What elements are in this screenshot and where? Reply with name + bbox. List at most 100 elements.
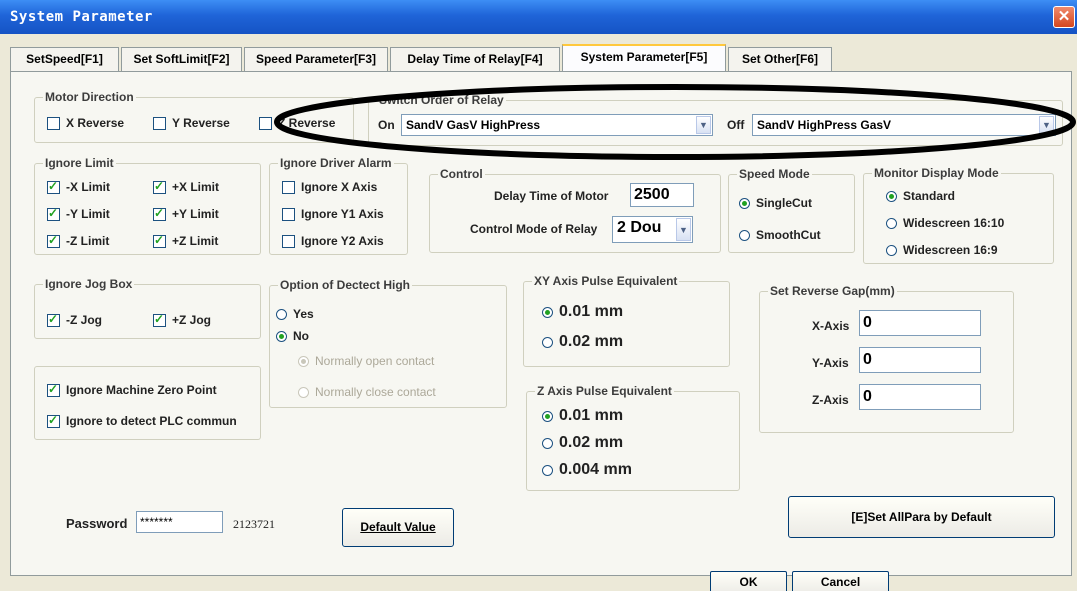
normally-close-label: Normally close contact [315,385,436,399]
plus-y-limit-checkbox[interactable]: +Y Limit [153,206,219,221]
ignore-plc-detect-label: Ignore to detect PLC commun [66,414,237,428]
xy-pulse-002-radio[interactable]: 0.02 mm [542,333,623,351]
detect-high-no-radio[interactable]: No [276,329,309,343]
y-reverse-checkbox[interactable]: Y Reverse [153,116,230,130]
normally-close-contact-radio[interactable]: Normally close contact [298,385,436,399]
plus-z-jog-label: +Z Jog [172,313,212,327]
tab-set-softlimit[interactable]: Set SoftLimit[F2] [121,47,242,71]
z-002-radio-dot [542,437,553,449]
z-reverse-label: Z Reverse [278,116,336,130]
ignore-driver-alarm-title: Ignore Driver Alarm [278,156,394,170]
minus-z-limit-label: -Z Limit [66,234,110,248]
control-mode-relay-value: 2 Dou [617,219,662,236]
reverse-gap-z-input[interactable]: 0 [859,384,981,410]
speed-mode-title: Speed Mode [737,167,812,181]
minus-z-jog-checkbox[interactable]: -Z Jog [47,312,102,327]
motor-direction-title: Motor Direction [43,90,136,104]
title-bar[interactable]: System Parameter ✕ [0,0,1077,34]
default-value-button[interactable]: Default Value [342,508,454,547]
smoothcut-label: SmoothCut [756,228,821,242]
ignore-y2-axis-label: Ignore Y2 Axis [301,234,384,248]
tab-delay-time-relay[interactable]: Delay Time of Relay[F4] [390,47,560,71]
relay-on-order-select[interactable]: SandV GasV HighPress ▼ [401,114,713,136]
minus-x-limit-checkbox[interactable]: -X Limit [47,179,110,194]
ignore-x-axis-box [282,180,295,194]
relay-on-order-value: SandV GasV HighPress [406,118,541,132]
ignore-y2-axis-checkbox[interactable]: Ignore Y2 Axis [282,234,384,248]
minus-x-limit-box [47,179,60,194]
xy-001-label: 0.01 mm [559,303,624,320]
ignore-machine-zero-checkbox[interactable]: Ignore Machine Zero Point [47,382,217,397]
reverse-gap-y-label: Y-Axis [812,356,849,370]
monitor-widescreen-16-9-radio[interactable]: Widescreen 16:9 [886,243,998,257]
monitor-widescreen-16-10-radio[interactable]: Widescreen 16:10 [886,216,1004,230]
password-input[interactable]: ******* [136,511,223,533]
chevron-down-icon[interactable]: ▼ [1039,116,1054,134]
xy-pulse-001-radio[interactable]: 0.01 mm [542,303,623,321]
relay-off-order-select[interactable]: SandV HighPress GasV ▼ [752,114,1056,136]
ignore-x-axis-checkbox[interactable]: Ignore X Axis [282,180,377,194]
normally-open-contact-radio[interactable]: Normally open contact [298,354,434,368]
z-pulse-0004-radio[interactable]: 0.004 mm [542,461,632,479]
reverse-gap-y-input[interactable]: 0 [859,347,981,373]
speed-mode-singlecut-radio[interactable]: SingleCut [739,196,812,210]
on-label: On [378,118,395,132]
ignore-y1-axis-label: Ignore Y1 Axis [301,207,384,221]
tab-set-speed[interactable]: SetSpeed[F1] [10,47,119,71]
ignore-limit-title: Ignore Limit [43,156,116,170]
widescreen-16-10-label: Widescreen 16:10 [903,216,1005,230]
x-reverse-label: X Reverse [66,116,125,130]
monitor-standard-radio[interactable]: Standard [886,189,955,203]
tab-system-parameter[interactable]: System Parameter[F5] [562,44,726,72]
widescreen-16-10-radio-dot [886,217,897,229]
ignore-y1-axis-checkbox[interactable]: Ignore Y1 Axis [282,207,384,221]
control-title: Control [438,167,485,181]
z-pulse-001-radio[interactable]: 0.01 mm [542,407,623,425]
no-label: No [293,329,309,343]
ignore-jog-box-group: Ignore Jog Box -Z Jog +Z Jog [34,277,261,339]
motor-direction-group: Motor Direction X Reverse Y Reverse Z Re… [34,90,354,143]
control-mode-relay-select[interactable]: 2 Dou ▼ [612,216,693,243]
widescreen-16-9-label: Widescreen 16:9 [903,243,998,257]
standard-radio-dot [886,190,897,202]
z-pulse-002-radio[interactable]: 0.02 mm [542,434,623,452]
cancel-button[interactable]: Cancel [792,571,889,591]
z-reverse-checkbox[interactable]: Z Reverse [259,116,335,130]
speed-mode-smoothcut-radio[interactable]: SmoothCut [739,228,821,242]
ok-button[interactable]: OK [710,571,787,591]
plus-x-limit-checkbox[interactable]: +X Limit [153,179,219,194]
tab-set-other[interactable]: Set Other[F6] [728,47,832,71]
x-reverse-box [47,116,60,130]
minus-z-limit-checkbox[interactable]: -Z Limit [47,233,110,248]
chevron-down-icon[interactable]: ▼ [676,218,691,241]
chevron-down-icon[interactable]: ▼ [696,116,711,134]
normally-open-radio-dot [298,355,309,367]
z-0004-radio-dot [542,464,553,476]
minus-y-limit-box [47,206,60,221]
ignore-plc-detect-checkbox[interactable]: Ignore to detect PLC commun [47,413,237,428]
delay-time-motor-input[interactable]: 2500 [630,183,694,207]
set-reverse-gap-title: Set Reverse Gap(mm) [768,284,897,298]
singlecut-label: SingleCut [756,196,812,210]
detect-high-yes-radio[interactable]: Yes [276,307,314,321]
reverse-gap-x-input[interactable]: 0 [859,310,981,336]
z-pulse-equivalent-title: Z Axis Pulse Equivalent [535,384,674,398]
ignore-plc-detect-box [47,413,60,428]
xy-002-radio-dot [542,336,553,348]
plus-z-limit-checkbox[interactable]: +Z Limit [153,233,218,248]
set-all-para-default-button[interactable]: [E]Set AllPara by Default [788,496,1055,538]
minus-y-limit-checkbox[interactable]: -Y Limit [47,206,110,221]
plus-z-jog-checkbox[interactable]: +Z Jog [153,312,212,327]
close-button[interactable]: ✕ [1053,6,1075,28]
misc-options-group: Ignore Machine Zero Point Ignore to dete… [34,366,261,440]
ignore-limit-group: Ignore Limit -X Limit +X Limit -Y Limit … [34,156,261,255]
minus-x-limit-label: -X Limit [66,180,110,194]
x-reverse-checkbox[interactable]: X Reverse [47,116,124,130]
standard-label: Standard [903,189,956,203]
plus-z-jog-box [153,312,166,327]
set-reverse-gap-group: Set Reverse Gap(mm) X-Axis 0 Y-Axis 0 Z-… [759,284,1014,433]
monitor-display-mode-title: Monitor Display Mode [872,166,1001,180]
tab-speed-parameter[interactable]: Speed Parameter[F3] [244,47,388,71]
ignore-y2-axis-box [282,234,295,248]
delay-time-motor-label: Delay Time of Motor [494,189,609,203]
